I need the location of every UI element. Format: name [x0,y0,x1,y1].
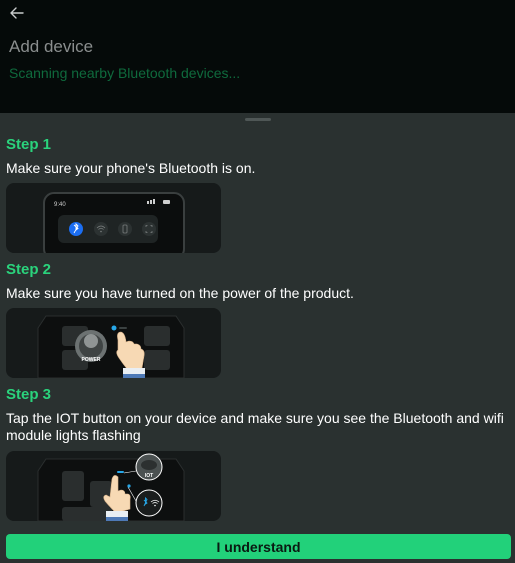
step-2-title: Step 2 [6,261,52,278]
screen-capture-icon [142,222,156,236]
page-title: Add device [9,37,94,56]
sheet-handle[interactable] [245,118,271,121]
header: Add device Scanning nearby Bluetooth dev… [0,0,515,113]
i-understand-button[interactable]: I understand [6,534,511,559]
step-1-title: Step 1 [6,136,52,153]
step-2-description: Make sure you have turned on the power o… [6,285,354,301]
step-1-description: Make sure your phone's Bluetooth is on. [6,160,256,176]
phone-time: 9:40 [54,202,66,208]
flashlight-icon [118,222,132,236]
iot-button-callout: IOT [135,453,163,481]
bluetooth-icon [69,222,83,236]
step-3-description: Tap the IOT button on your device and ma… [6,410,504,443]
step-2-illustration: POWER [6,308,221,378]
step-1-illustration: 9:40 [6,183,221,253]
scan-status-text: Scanning nearby Bluetooth devices... [9,65,241,81]
iot-label: IOT [145,473,153,479]
arrow-left-icon [10,7,24,19]
back-button[interactable] [7,4,27,22]
step-3-illustration: IOT [6,451,221,521]
power-label: POWER [82,357,101,363]
module-lights-callout [135,489,163,517]
step-3-title: Step 3 [6,386,52,403]
wifi-icon [94,222,108,236]
